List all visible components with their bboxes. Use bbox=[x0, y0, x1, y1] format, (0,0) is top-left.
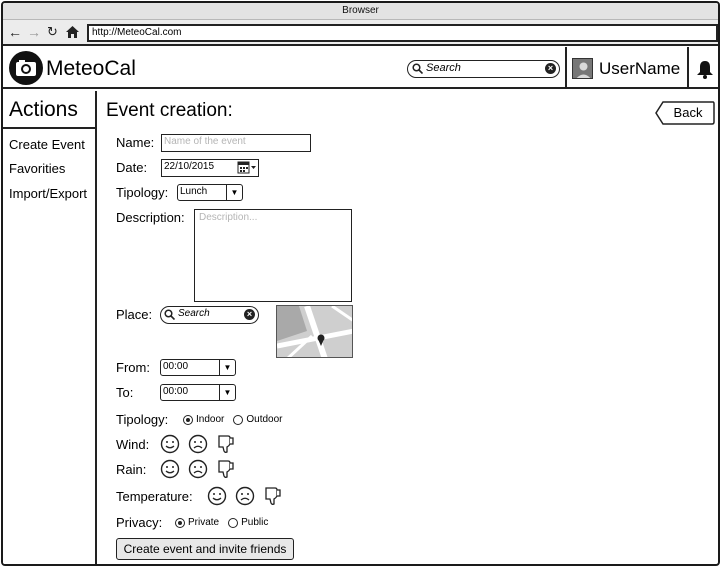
username[interactable]: UserName bbox=[599, 59, 680, 79]
header-search-input[interactable]: Search × bbox=[407, 60, 560, 78]
frown-icon[interactable] bbox=[235, 486, 255, 506]
smile-icon[interactable] bbox=[207, 486, 227, 506]
radio-private[interactable] bbox=[175, 518, 185, 528]
description-textarea[interactable]: Description... bbox=[194, 209, 352, 302]
back-button-label: Back bbox=[673, 105, 703, 120]
sidebar-divider bbox=[3, 127, 97, 129]
thumbs-down-icon[interactable] bbox=[263, 486, 283, 506]
thumbs-down-icon[interactable] bbox=[216, 459, 236, 479]
calendar-icon[interactable] bbox=[237, 161, 257, 174]
to-time-select[interactable]: 00:00 ▼ bbox=[160, 384, 236, 401]
place-search-input[interactable]: Search × bbox=[160, 306, 259, 324]
tipology2-label: Tipology: bbox=[116, 412, 169, 427]
frown-icon[interactable] bbox=[188, 459, 208, 479]
place-label: Place: bbox=[116, 307, 153, 322]
app-header: MeteoCal Search × UserName bbox=[3, 47, 718, 89]
reload-icon[interactable]: ↻ bbox=[47, 25, 58, 39]
sidebar-item-import-export[interactable]: Import/Export bbox=[9, 186, 87, 202]
wind-icons bbox=[160, 434, 244, 454]
rain-icons bbox=[160, 459, 244, 479]
main-content: Event creation: Back Name: Name of the e… bbox=[97, 91, 718, 564]
from-time-select[interactable]: 00:00 ▼ bbox=[160, 359, 236, 376]
browser-navbar: ← → ↻ http://MeteoCal.com bbox=[3, 20, 718, 46]
from-time-value: 00:00 bbox=[163, 361, 189, 372]
back-button[interactable]: Back bbox=[655, 101, 715, 125]
chevron-down-icon: ▼ bbox=[219, 385, 235, 400]
avatar[interactable] bbox=[572, 58, 593, 79]
tipology-value: Lunch bbox=[180, 186, 208, 197]
description-label: Description: bbox=[116, 210, 185, 225]
privacy-label: Privacy: bbox=[116, 515, 163, 530]
app-name: MeteoCal bbox=[46, 57, 136, 80]
to-label: To: bbox=[116, 385, 134, 400]
sidebar-title: Actions bbox=[9, 98, 78, 121]
clear-search-icon[interactable]: × bbox=[545, 63, 556, 74]
event-name-placeholder: Name of the event bbox=[164, 136, 246, 147]
temperature-icons bbox=[207, 486, 291, 506]
chevron-down-icon: ▼ bbox=[226, 185, 242, 200]
url-bar[interactable]: http://MeteoCal.com bbox=[87, 24, 718, 42]
search-icon bbox=[412, 63, 423, 74]
radio-public[interactable] bbox=[228, 518, 239, 528]
tipology-label: Tipology: bbox=[116, 185, 169, 200]
place-search-placeholder: Search bbox=[178, 308, 210, 319]
sidebar-item-create-event[interactable]: Create Event bbox=[9, 137, 85, 153]
smile-icon[interactable] bbox=[160, 459, 180, 479]
date-value: 22/10/2015 bbox=[164, 161, 215, 172]
sidebar: Actions Create Event Favorities Import/E… bbox=[3, 91, 97, 564]
sidebar-item-favorities[interactable]: Favorities bbox=[9, 161, 65, 177]
radio-private-label: Private bbox=[188, 517, 220, 528]
search-icon bbox=[164, 309, 175, 320]
tipology2-radio-group: Indoor Outdoor bbox=[183, 414, 292, 426]
thumbs-down-icon[interactable] bbox=[216, 434, 236, 454]
header-search-placeholder: Search bbox=[426, 62, 461, 74]
forward-arrow-icon[interactable]: → bbox=[27, 25, 41, 39]
radio-indoor[interactable] bbox=[183, 415, 193, 425]
browser-title: Browser bbox=[3, 3, 718, 20]
to-time-value: 00:00 bbox=[163, 386, 189, 397]
radio-indoor-label: Indoor bbox=[196, 414, 225, 425]
date-input[interactable]: 22/10/2015 bbox=[161, 159, 259, 177]
header-divider-2 bbox=[687, 47, 689, 89]
browser-window: Browser ← → ↻ http://MeteoCal.com MeteoC… bbox=[1, 1, 720, 566]
from-label: From: bbox=[116, 360, 150, 375]
radio-public-label: Public bbox=[241, 517, 269, 528]
page-title: Event creation: bbox=[106, 100, 233, 121]
date-label: Date: bbox=[116, 160, 148, 175]
name-label: Name: bbox=[116, 135, 155, 150]
bell-icon[interactable] bbox=[695, 59, 715, 79]
home-icon[interactable] bbox=[66, 26, 79, 40]
radio-outdoor-label: Outdoor bbox=[246, 414, 283, 425]
smile-icon[interactable] bbox=[160, 434, 180, 454]
event-name-input[interactable]: Name of the event bbox=[161, 134, 311, 152]
radio-outdoor[interactable] bbox=[233, 415, 244, 425]
chevron-down-icon: ▼ bbox=[219, 360, 235, 375]
tipology-select[interactable]: Lunch ▼ bbox=[177, 184, 243, 201]
temperature-label: Temperature: bbox=[116, 489, 193, 504]
header-divider bbox=[565, 47, 567, 89]
create-event-button[interactable]: Create event and invite friends bbox=[116, 538, 294, 560]
clear-place-icon[interactable]: × bbox=[244, 309, 255, 320]
back-arrow-icon[interactable]: ← bbox=[8, 25, 22, 39]
privacy-radio-group: Private Public bbox=[175, 517, 277, 529]
wind-label: Wind: bbox=[116, 437, 150, 452]
camera-logo-icon bbox=[9, 51, 43, 85]
map-preview[interactable] bbox=[276, 305, 353, 358]
frown-icon[interactable] bbox=[188, 434, 208, 454]
rain-label: Rain: bbox=[116, 462, 147, 477]
